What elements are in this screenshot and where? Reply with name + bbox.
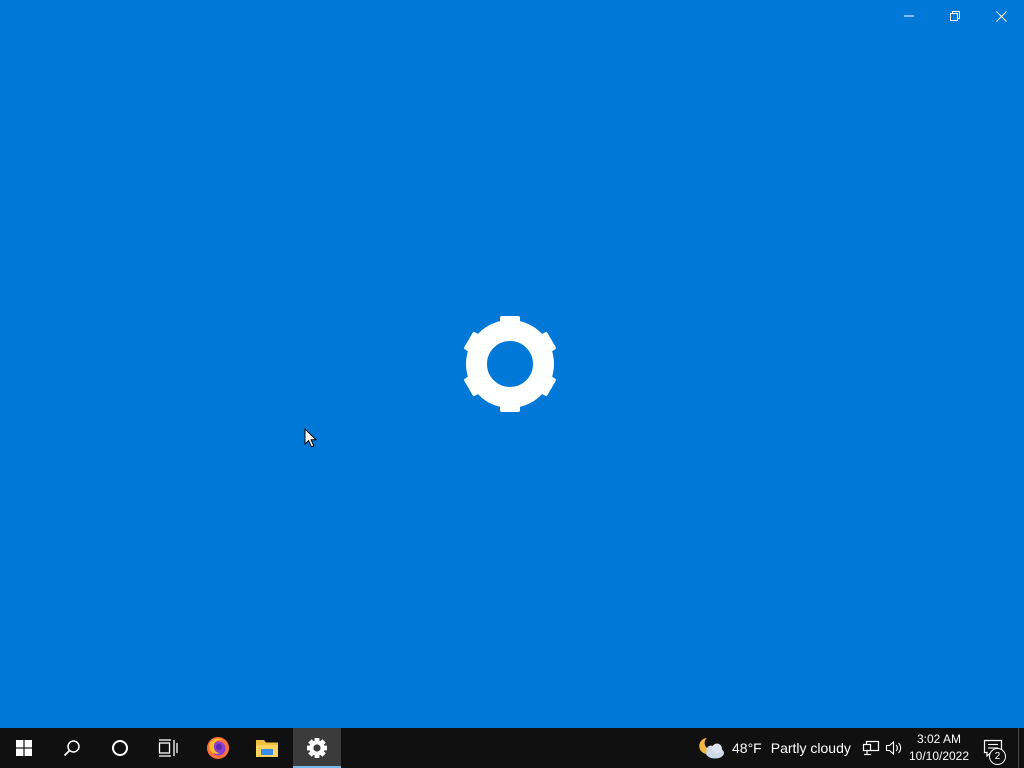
volume-tray-button[interactable] <box>884 738 904 758</box>
notification-count: 2 <box>994 751 1001 762</box>
settings-splash-screen <box>0 0 1024 728</box>
clock-date: 10/10/2022 <box>908 749 970 763</box>
clock-time: 3:02 AM <box>916 732 962 746</box>
task-view-icon <box>158 739 178 757</box>
weather-condition: Partly cloudy <box>770 740 851 756</box>
weather-temperature: 48°F <box>732 740 762 756</box>
search-icon <box>63 740 80 757</box>
minimize-icon <box>904 15 914 17</box>
taskbar: 48°F Partly cloudy 3:02 AM 10/10/2022 <box>0 728 1024 768</box>
cortana-button[interactable] <box>96 728 144 768</box>
notification-count-badge: 2 <box>989 748 1006 765</box>
restore-icon <box>950 11 960 21</box>
file-explorer-button[interactable] <box>243 728 291 768</box>
mouse-cursor-icon <box>304 428 318 448</box>
moon-cloud-icon <box>699 738 724 759</box>
volume-icon <box>885 740 902 756</box>
cortana-circle-icon <box>112 740 128 756</box>
show-desktop-button[interactable] <box>1018 728 1024 768</box>
windows-logo-icon <box>16 740 32 756</box>
taskbar-clock[interactable]: 3:02 AM 10/10/2022 <box>906 731 972 765</box>
restore-button[interactable] <box>932 0 978 32</box>
network-tray-button[interactable] <box>861 738 881 758</box>
firefox-button[interactable] <box>194 728 242 768</box>
network-icon <box>862 740 880 756</box>
firefox-icon <box>207 737 229 759</box>
close-button[interactable] <box>978 0 1024 32</box>
folder-icon <box>256 740 278 757</box>
gear-icon <box>307 738 327 758</box>
close-icon <box>995 10 1007 22</box>
settings-taskbar-button[interactable] <box>293 728 341 768</box>
weather-widget[interactable]: 48°F Partly cloudy <box>698 728 851 768</box>
start-button[interactable] <box>0 728 48 768</box>
task-view-button[interactable] <box>144 728 192 768</box>
search-button[interactable] <box>48 728 96 768</box>
gear-icon <box>464 316 556 412</box>
minimize-button[interactable] <box>886 0 932 32</box>
